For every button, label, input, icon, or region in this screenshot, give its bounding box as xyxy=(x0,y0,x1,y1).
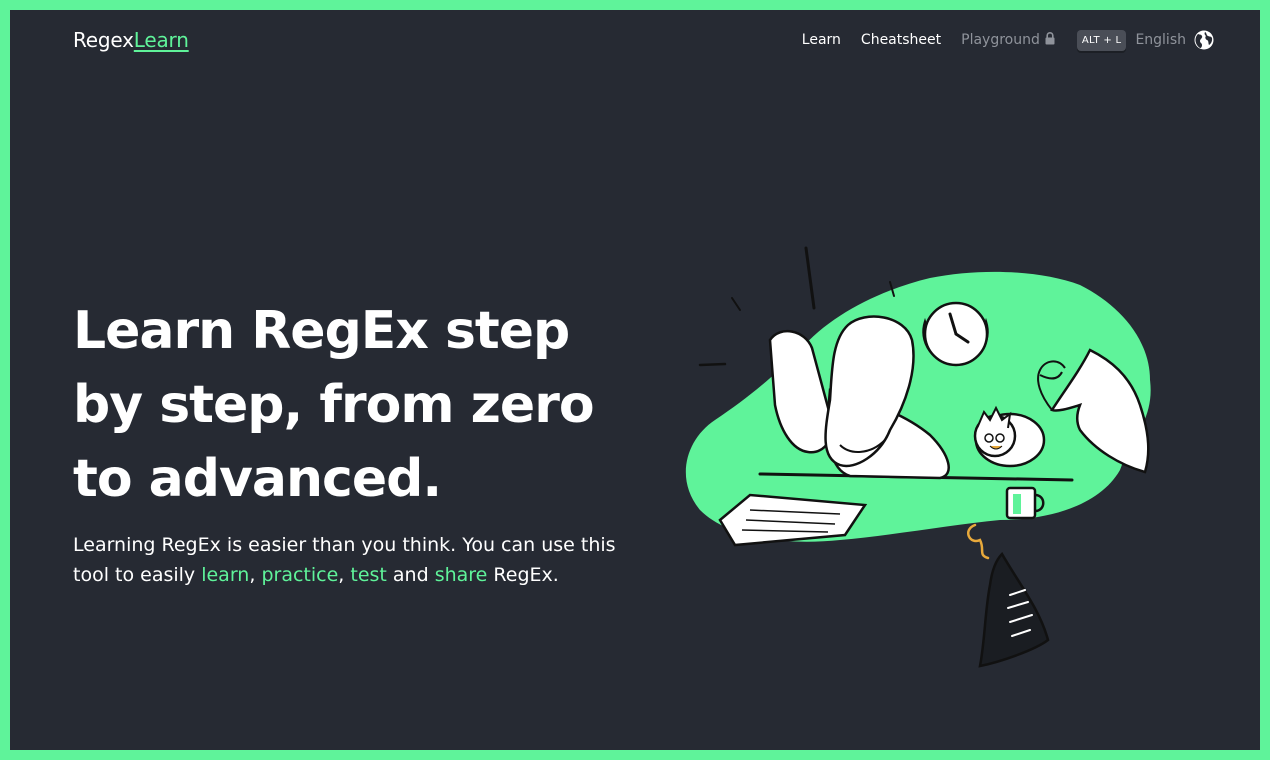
falling-paper-icon xyxy=(978,551,1050,668)
link-learn[interactable]: learn xyxy=(201,564,249,586)
clock-icon xyxy=(922,301,989,367)
link-practice[interactable]: practice xyxy=(261,564,338,586)
logo-text-regex: Regex xyxy=(73,28,134,52)
hero-title: Learn RegEx step by step, from zero to a… xyxy=(73,301,595,509)
nav-playground-label: Playground xyxy=(961,32,1040,48)
logo-text-learn: Learn xyxy=(133,28,189,52)
hero-desc-separator: , xyxy=(338,564,351,586)
shortcut-badge: ALT + L xyxy=(1076,29,1127,51)
nav-learn-link[interactable]: Learn xyxy=(802,32,841,48)
hero-desc-separator: and xyxy=(386,564,435,586)
page-frame: RegexLearn Learn Cheatsheet Playground A… xyxy=(10,10,1260,750)
link-share[interactable]: share xyxy=(435,564,488,586)
nav-playground-link[interactable]: Playground xyxy=(961,31,1055,49)
top-nav: Learn Cheatsheet Playground ALT + L Engl… xyxy=(802,29,1214,51)
globe-icon[interactable] xyxy=(1194,30,1214,50)
nav-cheatsheet-link[interactable]: Cheatsheet xyxy=(861,32,941,48)
logo[interactable]: RegexLearn xyxy=(73,28,189,52)
hero-desc-separator: , xyxy=(249,564,262,586)
lock-icon xyxy=(1045,31,1055,49)
hero-illustration xyxy=(680,230,1200,674)
hero-description: Learning RegEx is easier than you think.… xyxy=(73,530,633,590)
language-label[interactable]: English xyxy=(1135,32,1186,48)
hero-desc-suffix: RegEx. xyxy=(487,564,559,586)
link-test[interactable]: test xyxy=(350,564,387,586)
